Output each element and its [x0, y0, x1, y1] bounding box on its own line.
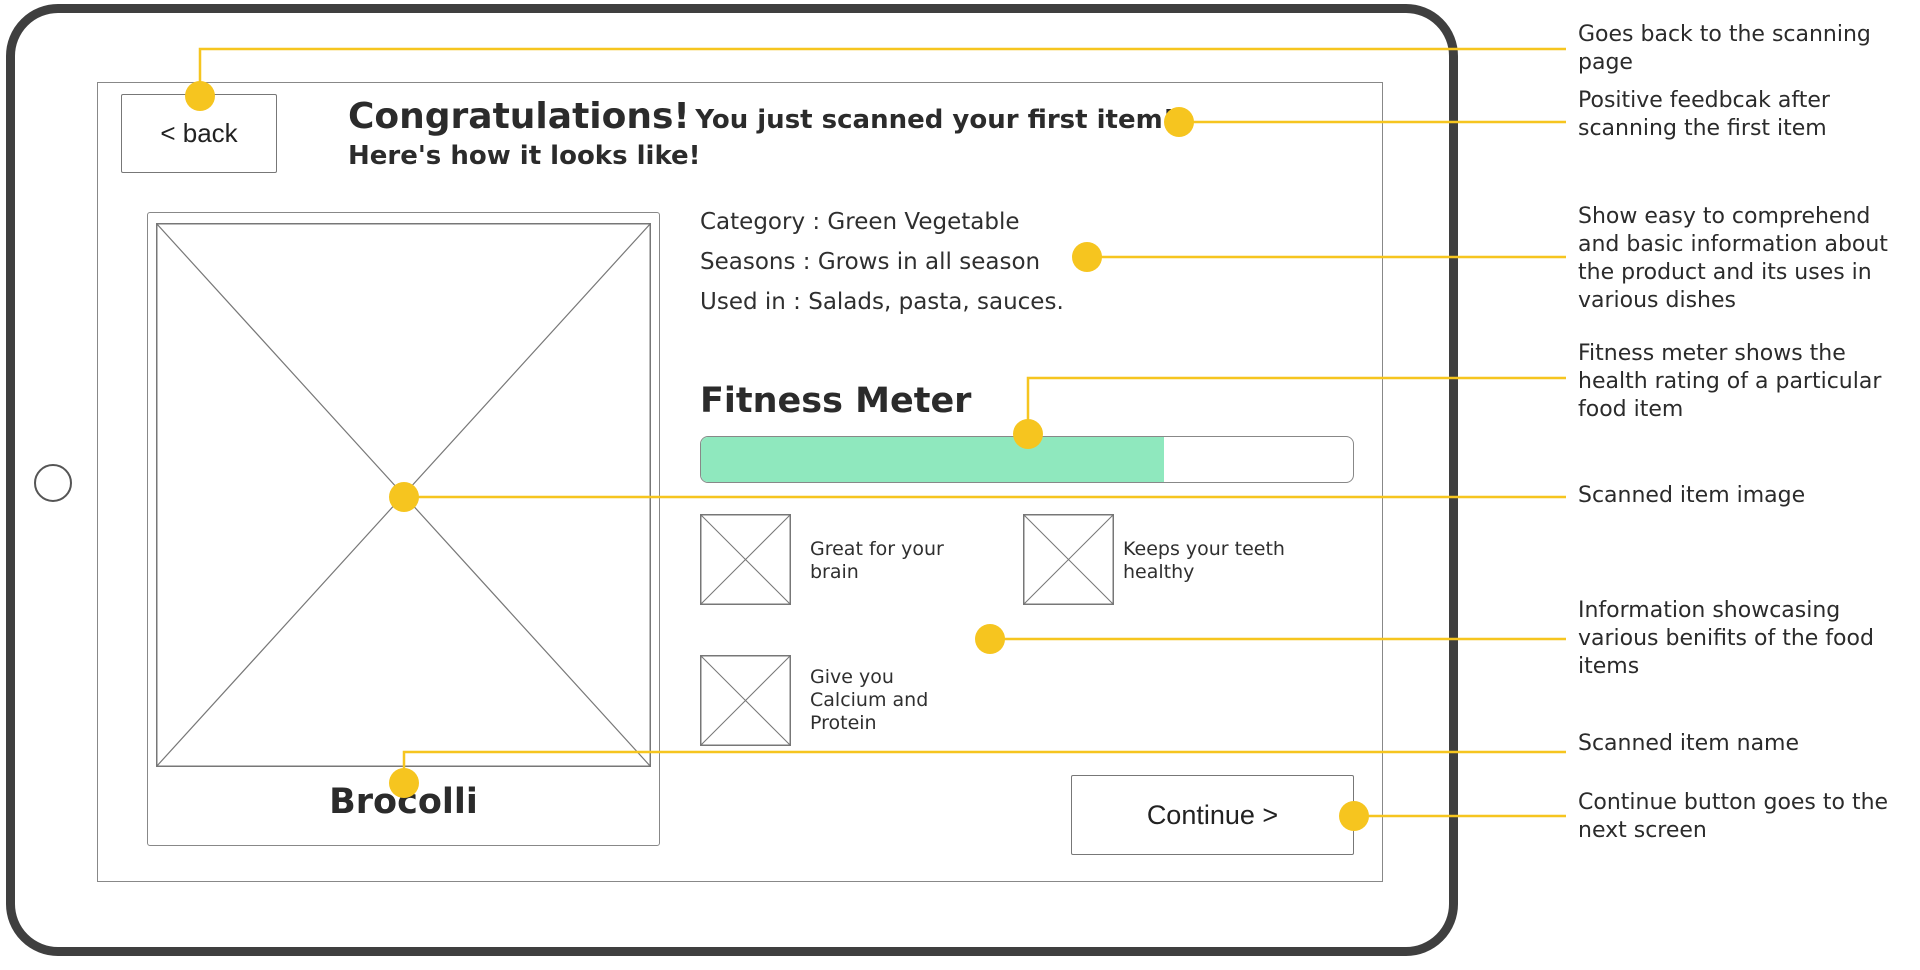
- congrats-title: Congratulations!: [348, 96, 690, 137]
- benefit-image: [700, 514, 791, 605]
- benefit-text: Give you Calcium and Protein: [810, 666, 929, 734]
- annotation-text: Information showcasing various benifits …: [1578, 598, 1874, 679]
- annotation-text: Show easy to comprehend and basic inform…: [1578, 204, 1888, 313]
- annotation-text: Continue button goes to the next screen: [1578, 790, 1889, 843]
- info-used-in: Used in : Salads, pasta, sauces.: [700, 289, 1064, 315]
- scanned-item-image: [156, 223, 651, 767]
- fitness-meter-fill: [701, 437, 1164, 482]
- congrats-heading: Congratulations! You just scanned your f…: [348, 96, 1175, 137]
- congrats-subtitle: You just scanned your first item!: [695, 105, 1175, 135]
- benefit-text: Great for your brain: [810, 538, 944, 583]
- congrats-subheading: Here's how it looks like!: [348, 141, 701, 171]
- fitness-meter-title: Fitness Meter: [700, 381, 972, 421]
- continue-button[interactable]: Continue >: [1071, 775, 1354, 855]
- scanned-item-name: Brocolli: [329, 782, 478, 822]
- benefit-text: Keeps your teeth healthy: [1123, 538, 1285, 583]
- annotation-text: Goes back to the scanning page: [1578, 22, 1871, 75]
- benefit-image: [1023, 514, 1114, 605]
- fitness-meter-bar: [700, 436, 1354, 483]
- annotation-text: Scanned item name: [1578, 731, 1800, 756]
- home-button[interactable]: [34, 464, 72, 502]
- annotation-text: Fitness meter shows the health rating of…: [1578, 341, 1882, 422]
- back-button[interactable]: < back: [121, 94, 277, 173]
- annotation-text: Positive feedbcak after scanning the fir…: [1578, 88, 1830, 141]
- benefit-image: [700, 655, 791, 746]
- info-category: Category : Green Vegetable: [700, 209, 1020, 235]
- annotation-text: Scanned item image: [1578, 483, 1806, 508]
- info-seasons: Seasons : Grows in all season: [700, 249, 1041, 275]
